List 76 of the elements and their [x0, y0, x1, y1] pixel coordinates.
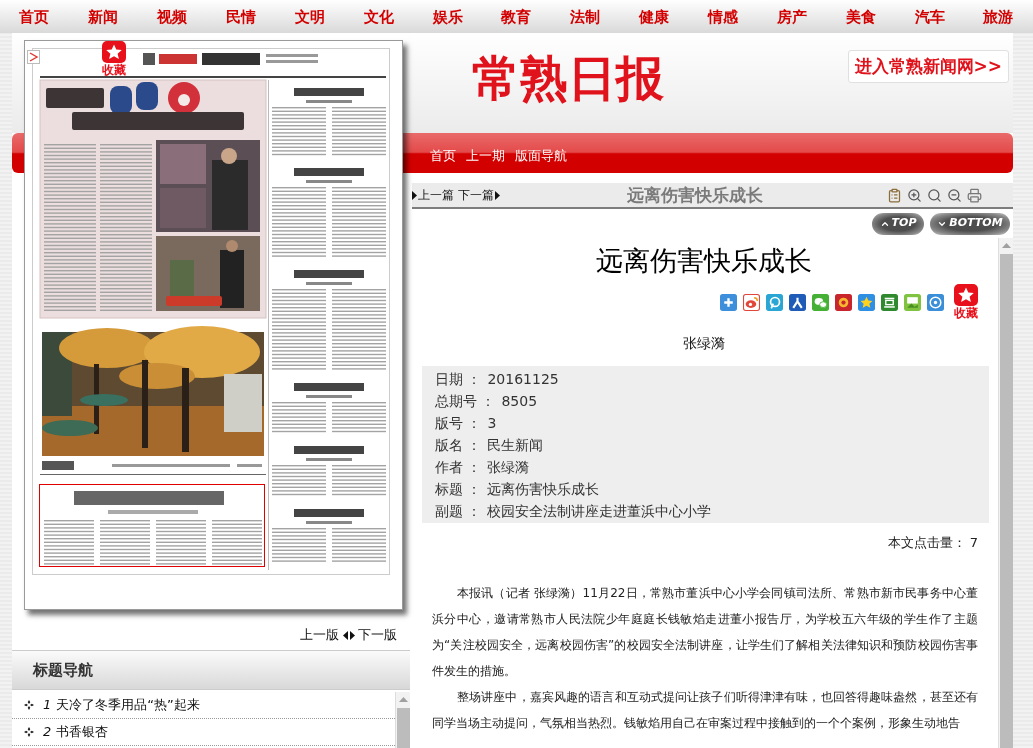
nav-link[interactable]: 新闻 — [88, 7, 119, 26]
favorite-button[interactable]: 收藏 — [952, 284, 980, 321]
scrollbar-thumb[interactable] — [396, 708, 410, 748]
right-triangle-icon — [350, 630, 355, 640]
scroll-up-arrow-icon[interactable] — [398, 697, 408, 702]
nav-link[interactable]: 汽车 — [914, 7, 945, 26]
info-value: 8505 — [501, 391, 538, 411]
bullet-icon — [24, 727, 34, 737]
flower-share-icon[interactable] — [835, 294, 852, 311]
info-label: 版名 ： — [435, 435, 482, 455]
title-nav-heading: 标题导航 — [33, 659, 93, 681]
info-label: 日期 ： — [435, 369, 482, 389]
info-label: 版号 ： — [435, 413, 482, 433]
nav-link[interactable]: 房产 — [776, 7, 807, 26]
hit-count: 本文点击量： 7 — [887, 534, 978, 552]
article-author: 张绿漪 — [683, 334, 725, 353]
info-value: 远离伤害快乐成长 — [487, 479, 600, 499]
bullet-icon — [24, 700, 34, 710]
nav-link[interactable]: 健康 — [639, 7, 670, 26]
clipboard-list-icon[interactable] — [887, 187, 902, 203]
next-page-link[interactable]: 下一版 — [358, 625, 397, 645]
bars-share-icon[interactable] — [881, 294, 898, 311]
info-label: 总期号 ： — [435, 391, 496, 411]
expand-arrow-icon[interactable] — [27, 50, 40, 64]
nav-link[interactable]: 教育 — [501, 7, 532, 26]
article-paragraph: 本报讯（记者 张绿漪）11月22日，常熟市董浜中心小学会同镇司法所、常熟市新市民事务中心董浜分中心，邀请常熟市人民法院少年庭庭长钱敏焰走进董小报告厅，为学校五六年级的学生作了主题为“关注校园安全，远离校园伤害”的校园安全法制讲座，让学生们了解相关法律知识和预防校园伤害事件发生的措施。 — [432, 585, 978, 680]
article-area-outline[interactable] — [39, 484, 265, 567]
circle-share-icon[interactable] — [927, 294, 944, 311]
previous-page-link[interactable]: 上一版 — [300, 625, 339, 645]
nav-link[interactable]: 视频 — [157, 7, 188, 26]
nav-link[interactable]: 旅游 — [983, 7, 1014, 26]
newspaper-page-drawing[interactable] — [24, 40, 403, 610]
article-title: 远离伤害快乐成长 — [596, 246, 812, 276]
news-site-link[interactable]: 进入常熟新闻网>> — [847, 50, 1009, 83]
info-label: 作者 ： — [435, 457, 482, 477]
zoom-out-icon[interactable] — [947, 187, 962, 203]
nav-link[interactable]: 文明 — [294, 7, 325, 26]
right-triangle-icon — [495, 190, 500, 200]
nav-link[interactable]: 民情 — [226, 7, 256, 26]
back-to-top-button[interactable]: TOP — [872, 212, 924, 235]
info-value: 20161125 — [487, 369, 559, 389]
previous-article-link[interactable]: 上一篇 — [412, 186, 454, 204]
toolbar-article-title: 远离伤害快乐成长 — [626, 184, 764, 206]
nav-link[interactable]: 首页 — [19, 7, 50, 26]
nav-link[interactable]: 文化 — [363, 7, 394, 26]
ring-share-icon[interactable] — [766, 294, 783, 311]
info-value: 3 — [487, 413, 497, 433]
plus-share-icon[interactable] — [720, 294, 737, 311]
picture-share-icon[interactable] — [904, 294, 921, 311]
article-paragraph: 整场讲座中，嘉宾风趣的语言和互动式提问让孩子们听得津津有味，也回答得趣味盎然，甚至还有同学当场主动提问，气氛相当热烈。钱敏焰用自己在审案过程中接触到的一个个案例，形象生动地告 — [432, 689, 978, 732]
newspaper-logo: 常熟日报 — [471, 49, 665, 108]
nav-link[interactable]: 娱乐 — [432, 7, 463, 26]
scroll-up-arrow-icon[interactable] — [1001, 243, 1011, 248]
menu-link[interactable]: 版面导航 — [515, 148, 567, 164]
star-share-icon[interactable] — [858, 294, 875, 311]
info-value: 民生新闻 — [487, 435, 544, 455]
menu-link[interactable]: 首页 — [430, 148, 456, 164]
nav-link[interactable]: 法制 — [570, 7, 601, 26]
info-value: 张绿漪 — [487, 457, 530, 477]
left-triangle-icon — [343, 630, 348, 640]
person-share-icon[interactable] — [789, 294, 806, 311]
info-label: 标题 ： — [435, 479, 482, 499]
menu-link[interactable]: 上一期 — [466, 148, 505, 164]
zoom-in-icon[interactable] — [907, 187, 922, 203]
favorite-button[interactable]: 收藏 — [100, 41, 128, 78]
nav-link[interactable]: 情感 — [708, 7, 738, 26]
right-triangle-icon — [412, 190, 417, 200]
info-value: 校园安全法制讲座走进董浜中心小学 — [487, 501, 712, 521]
go-to-bottom-button[interactable]: BOTTOM — [930, 212, 1010, 235]
eye-share-icon[interactable] — [743, 294, 760, 311]
info-label: 副题 ： — [435, 501, 482, 521]
nav-link[interactable]: 美食 — [845, 7, 876, 26]
search-icon[interactable] — [927, 187, 942, 203]
print-icon[interactable] — [967, 187, 982, 203]
next-article-link[interactable]: 下一篇 — [458, 186, 500, 204]
chat-bubbles-icon[interactable] — [812, 294, 829, 311]
